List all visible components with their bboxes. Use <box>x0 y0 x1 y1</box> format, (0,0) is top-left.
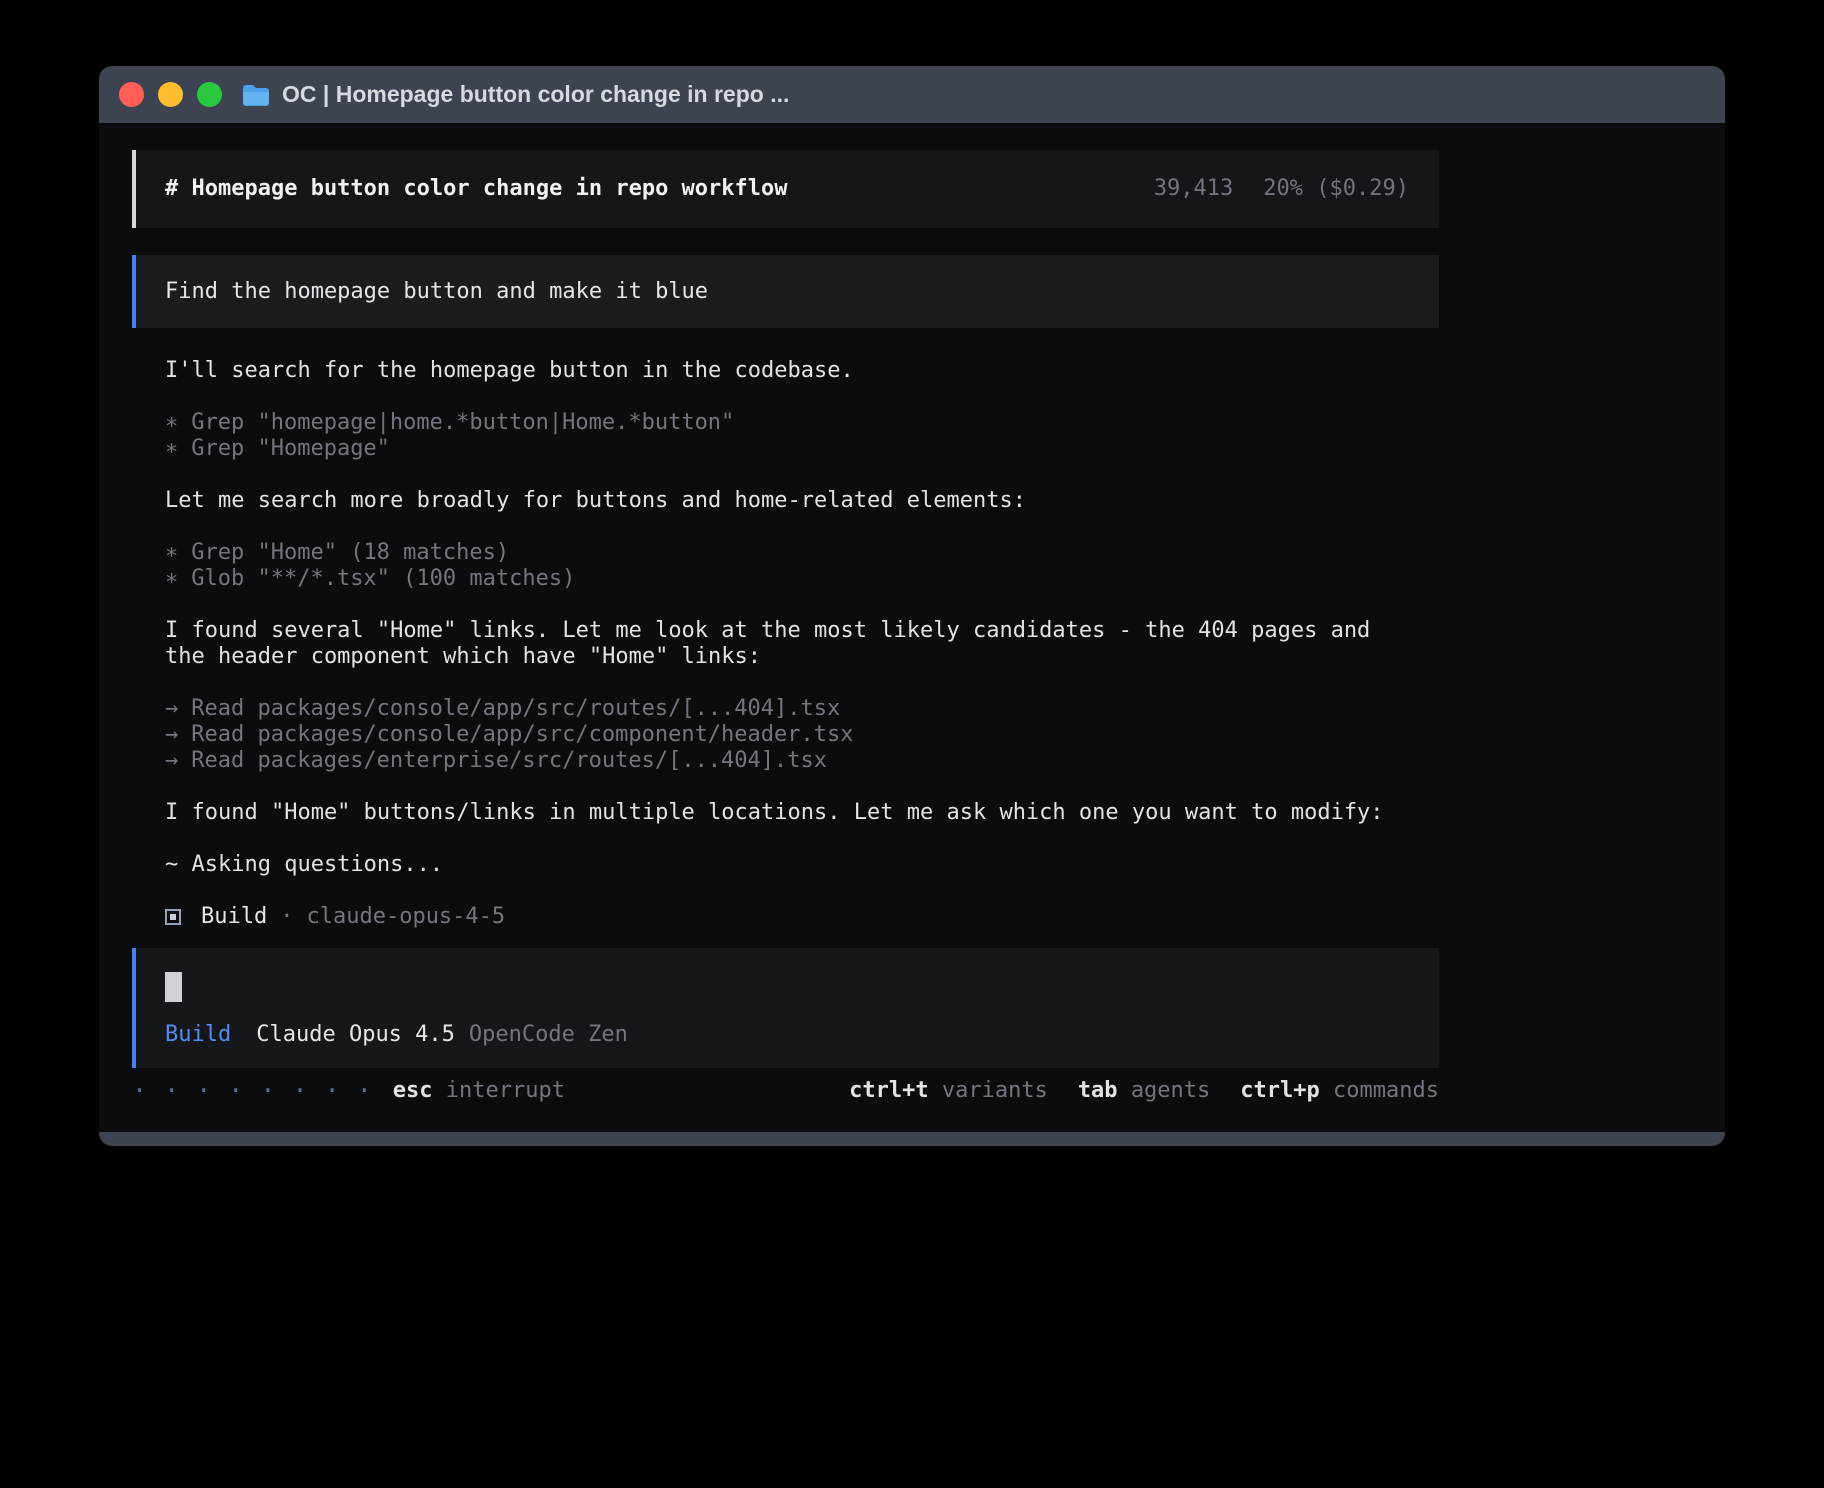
token-count: 39,413 <box>1154 176 1233 202</box>
agent-square-icon <box>165 909 181 925</box>
close-button[interactable] <box>119 82 144 107</box>
text-cursor <box>165 972 182 1002</box>
window-title: OC | Homepage button color change in rep… <box>282 81 789 108</box>
prompt-input[interactable]: Build Claude Opus 4.5 OpenCode Zen <box>132 948 1439 1068</box>
tool-call-label: Read packages/console/app/src/component/… <box>191 722 853 747</box>
tool-call-group: ∗ Grep "Home" (18 matches) ∗ Glob "**/*.ts… <box>165 540 1394 592</box>
session-stats: 39,413 20% ($0.29) <box>1154 176 1409 202</box>
input-meta: Build Claude Opus 4.5 OpenCode Zen <box>165 1022 1410 1048</box>
commands-label: commands <box>1333 1078 1439 1103</box>
grep-bullet-icon: ∗ <box>165 436 178 461</box>
agent-separator: · <box>280 904 293 930</box>
user-message: Find the homepage button and make it blu… <box>132 255 1439 328</box>
traffic-lights <box>119 82 222 107</box>
tool-call-label: Glob "**/*.tsx" (100 matches) <box>191 566 575 591</box>
tool-call: ∗ Grep "Home" (18 matches) <box>165 540 1394 566</box>
input-agent-label: Build <box>165 1022 231 1048</box>
assistant-response: I'll search for the homepage button in t… <box>132 358 1394 930</box>
session-title: # Homepage button color change in repo w… <box>165 176 788 202</box>
status-line: ~ Asking questions... <box>165 852 1394 878</box>
tool-call-label: Read packages/console/app/src/routes/[..… <box>191 696 840 721</box>
grep-bullet-icon: ∗ <box>165 410 178 435</box>
spinner-dots-icon: · · · · · · · · <box>132 1078 373 1104</box>
agents-label: agents <box>1131 1078 1210 1103</box>
assistant-paragraph: I found "Home" buttons/links in multiple… <box>165 800 1394 826</box>
tool-call-label: Grep "Homepage" <box>191 436 390 461</box>
input-provider-label: OpenCode Zen <box>469 1022 628 1048</box>
tool-call: → Read packages/console/app/src/routes/[.… <box>165 696 1394 722</box>
agent-name: Build <box>201 904 267 930</box>
terminal-content: # Homepage button color change in repo w… <box>99 123 1725 1132</box>
tab-key: tab <box>1078 1078 1118 1103</box>
agent-model: claude-opus-4-5 <box>306 904 505 930</box>
esc-key: esc <box>393 1078 433 1103</box>
input-model-label: Claude Opus 4.5 <box>256 1022 455 1048</box>
commands-hint: ctrl+p commands <box>1240 1078 1439 1104</box>
tool-call-label: Read packages/enterprise/src/routes/[...… <box>191 748 827 773</box>
tool-call-group: → Read packages/console/app/src/routes/[.… <box>165 696 1394 774</box>
session-header: # Homepage button color change in repo w… <box>132 150 1439 228</box>
read-arrow-icon: → <box>165 748 178 773</box>
folder-icon <box>242 84 270 106</box>
window-titlebar: OC | Homepage button color change in rep… <box>99 66 1725 123</box>
tool-call: → Read packages/enterprise/src/routes/[..… <box>165 748 1394 774</box>
grep-bullet-icon: ∗ <box>165 540 178 565</box>
interrupt-hint: esc interrupt <box>393 1078 565 1104</box>
agent-chip: Build · claude-opus-4-5 <box>165 904 1394 930</box>
agents-hint: tab agents <box>1078 1078 1210 1104</box>
tool-call-group: ∗ Grep "homepage|home.*button|Home.*butto… <box>165 410 1394 462</box>
tool-call: → Read packages/console/app/src/component… <box>165 722 1394 748</box>
ctrl-p-key: ctrl+p <box>1240 1078 1319 1103</box>
tool-call: ∗ Glob "**/*.tsx" (100 matches) <box>165 566 1394 592</box>
tool-call-label: Grep "homepage|home.*button|Home.*button… <box>191 410 734 435</box>
glob-bullet-icon: ∗ <box>165 566 178 591</box>
user-message-text: Find the homepage button and make it blu… <box>165 279 708 305</box>
assistant-paragraph: I found several "Home" links. Let me loo… <box>165 618 1394 670</box>
assistant-paragraph: Let me search more broadly for buttons a… <box>165 488 1394 514</box>
tool-call: ∗ Grep "Homepage" <box>165 436 1394 462</box>
read-arrow-icon: → <box>165 722 178 747</box>
tool-call-label: Grep "Home" (18 matches) <box>191 540 509 565</box>
read-arrow-icon: → <box>165 696 178 721</box>
status-bar: · · · · · · · · esc interrupt ctrl+t var… <box>132 1078 1439 1104</box>
ctrl-t-key: ctrl+t <box>849 1078 928 1103</box>
terminal-window: OC | Homepage button color change in rep… <box>99 66 1725 1146</box>
tool-call: ∗ Grep "homepage|home.*button|Home.*butto… <box>165 410 1394 436</box>
minimize-button[interactable] <box>158 82 183 107</box>
esc-label: interrupt <box>446 1078 565 1103</box>
zoom-button[interactable] <box>197 82 222 107</box>
variants-label: variants <box>942 1078 1048 1103</box>
variants-hint: ctrl+t variants <box>849 1078 1048 1104</box>
context-cost: 20% ($0.29) <box>1263 176 1409 202</box>
assistant-paragraph: I'll search for the homepage button in t… <box>165 358 1394 384</box>
